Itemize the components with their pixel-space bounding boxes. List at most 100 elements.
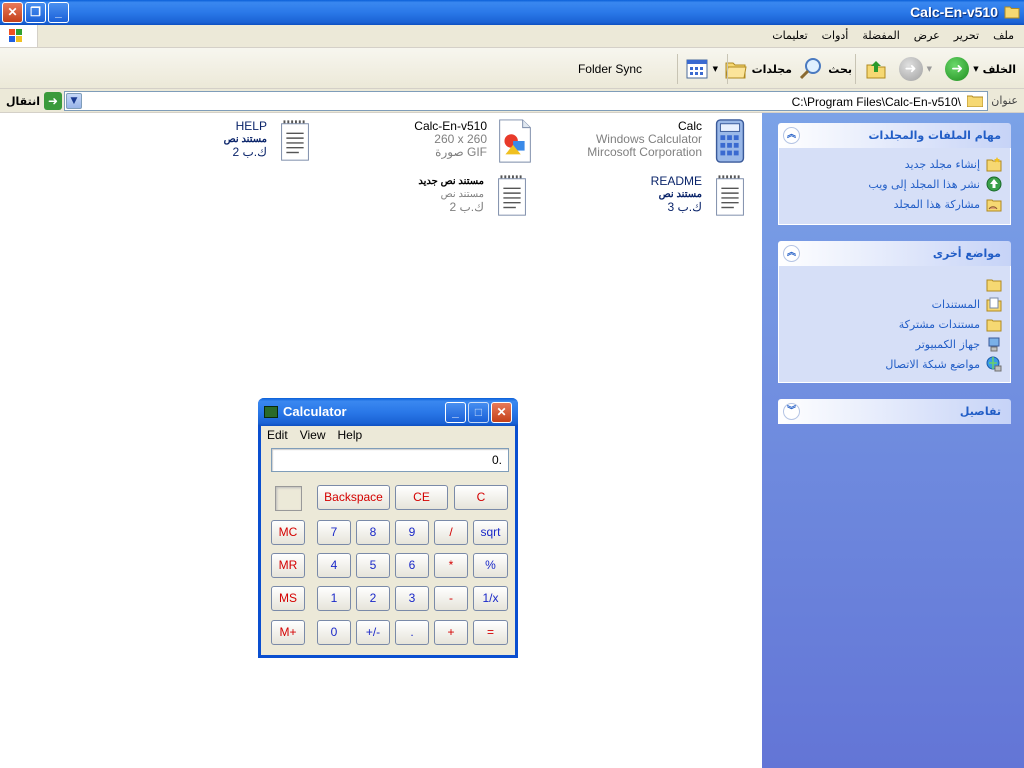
place-documents[interactable]: المستندات (787, 294, 1002, 314)
mr-button[interactable]: MR (271, 553, 305, 578)
search-button[interactable]: بحث (798, 56, 852, 82)
file-readme[interactable]: README مستند نص 3 ك.ب (580, 173, 750, 225)
details-panel: ︾ تفاصيل (778, 399, 1011, 424)
sign-toggle-button[interactable]: +/- (356, 620, 390, 645)
digit-5-button[interactable]: 5 (356, 553, 390, 578)
task-share-folder[interactable]: مشاركة هذا المجلد (787, 194, 1002, 214)
new-folder-icon (986, 157, 1002, 172)
search-label: بحث (828, 62, 852, 76)
restore-button[interactable]: ❐ (25, 2, 46, 23)
dropdown-arrow-icon: ▼ (926, 65, 932, 73)
panel-header[interactable]: ︽ مواضع أخرى (778, 241, 1011, 266)
file-type: صورة GIF (435, 145, 487, 159)
digit-8-button[interactable]: 8 (356, 520, 390, 545)
decimal-point-button[interactable]: . (395, 620, 429, 645)
folders-button[interactable]: مجلدات (724, 56, 792, 82)
digit-9-button[interactable]: 9 (395, 520, 429, 545)
place-my-computer[interactable]: جهاز الكمبيوتر (787, 334, 1002, 354)
panel-header[interactable]: ︾ تفاصيل (778, 399, 1011, 424)
task-label: مشاركة هذا المجلد (893, 197, 980, 211)
place-label: مواضع شبكة الاتصال (885, 357, 980, 371)
file-new-text-document[interactable]: مستند نص جديد مستند نص 2 ك.ب (362, 173, 532, 225)
file-help[interactable]: HELP مستند نص 2 ك.ب (145, 118, 315, 170)
multiply-button[interactable]: * (434, 553, 468, 578)
place-parent-folder[interactable] (787, 274, 1002, 294)
minimize-button[interactable]: _ (48, 2, 69, 23)
place-shared-documents[interactable]: مستندات مشتركة (787, 314, 1002, 334)
calculator-titlebar[interactable]: Calculator _ □ ✕ (258, 398, 518, 426)
file-size: 3 ك.ب (667, 200, 702, 214)
calculator-app-icon (264, 406, 278, 418)
other-places-panel: ︽ مواضع أخرى المستندات مستندات مشتركة جه… (778, 241, 1011, 383)
calc-menu-help[interactable]: Help (337, 428, 362, 442)
divide-button[interactable]: / (434, 520, 468, 545)
file-name: HELP (235, 119, 267, 133)
forward-button[interactable]: ➜ ▼ (898, 56, 932, 82)
menu-file[interactable]: ملف (993, 29, 1014, 42)
menu-help[interactable]: تعليمات (772, 29, 807, 42)
menu-edit[interactable]: تحرير (954, 29, 979, 42)
file-calc[interactable]: Calc Windows Calculator Mircosoft Corpor… (580, 118, 750, 170)
address-input[interactable]: ▼ C:\Program Files\Calc-En-v510\ (64, 91, 988, 111)
digit-6-button[interactable]: 6 (395, 553, 429, 578)
calc-close-button[interactable]: ✕ (491, 402, 512, 423)
clear-button[interactable]: C (454, 485, 508, 510)
go-button[interactable]: انتقال ➜ (6, 92, 62, 110)
panel-title: مهام الملفات والمجلدات (868, 129, 1002, 142)
publish-web-icon (986, 176, 1002, 192)
file-company: Mircosoft Corporation (587, 145, 702, 159)
collapse-chevron-icon[interactable]: ︽ (783, 245, 800, 262)
address-dropdown-icon[interactable]: ▼ (66, 93, 82, 109)
calculator-title: Calculator (283, 404, 347, 419)
digit-7-button[interactable]: 7 (317, 520, 351, 545)
digit-1-button[interactable]: 1 (317, 586, 351, 611)
collapse-chevron-icon[interactable]: ︽ (783, 127, 800, 144)
menu-tools[interactable]: أدوات (822, 29, 849, 42)
back-arrow-icon: ➜ (945, 57, 970, 81)
ms-button[interactable]: MS (271, 586, 305, 611)
expand-chevron-icon[interactable]: ︾ (783, 403, 800, 420)
gif-image-icon (499, 119, 531, 163)
folder-sync-button[interactable]: Folder Sync (578, 56, 642, 82)
up-button[interactable] (864, 56, 888, 82)
digit-4-button[interactable]: 4 (317, 553, 351, 578)
subtract-button[interactable]: - (434, 586, 468, 611)
reciprocal-button[interactable]: 1/x (473, 586, 508, 611)
digit-0-button[interactable]: 0 (317, 620, 351, 645)
digit-2-button[interactable]: 2 (356, 586, 390, 611)
ce-button[interactable]: CE (395, 485, 448, 510)
dropdown-arrow-icon: ▼ (712, 65, 718, 73)
go-arrow-icon: ➜ (43, 92, 62, 110)
text-document-icon (281, 120, 309, 161)
window-title: Calc-En-v510 (910, 4, 998, 20)
sqrt-button[interactable]: sqrt (473, 520, 508, 545)
window-titlebar[interactable]: ✕ ❐ _ Calc-En-v510 (0, 0, 1024, 25)
panel-header[interactable]: ︽ مهام الملفات والمجلدات (778, 123, 1011, 148)
backspace-button[interactable]: Backspace (317, 485, 390, 510)
task-new-folder[interactable]: إنشاء مجلد جديد (787, 154, 1002, 174)
share-folder-icon (986, 199, 1002, 212)
memory-indicator (275, 486, 302, 511)
close-button[interactable]: ✕ (2, 2, 23, 23)
windows-logo-icon (0, 25, 38, 47)
percent-button[interactable]: % (473, 553, 508, 578)
toolbar: ➜ ▼ الخلف ➜ ▼ بحث مجلدات ▼ Folder Sync (0, 48, 1024, 89)
file-calc-gif[interactable]: Calc-En-v510 260 x 260 صورة GIF (365, 118, 535, 170)
calc-minimize-button[interactable]: _ (445, 402, 466, 423)
views-icon (686, 59, 708, 79)
back-button[interactable]: ➜ ▼ الخلف (945, 56, 1016, 82)
file-name: مستند نص جديد (418, 176, 484, 187)
menu-favorites[interactable]: المفضلة (862, 29, 899, 42)
digit-3-button[interactable]: 3 (395, 586, 429, 611)
forward-arrow-icon: ➜ (898, 57, 923, 81)
menu-view[interactable]: عرض (914, 29, 940, 42)
calc-menu-edit[interactable]: Edit (267, 428, 288, 442)
views-button[interactable]: ▼ (685, 56, 718, 82)
calc-menu-view[interactable]: View (300, 428, 326, 442)
mc-button[interactable]: MC (271, 520, 305, 545)
task-publish-web[interactable]: نشر هذا المجلد إلى ويب (787, 174, 1002, 194)
equals-button[interactable]: = (473, 620, 508, 645)
mplus-button[interactable]: M+ (271, 620, 305, 645)
place-network[interactable]: مواضع شبكة الاتصال (787, 354, 1002, 374)
add-button[interactable]: + (434, 620, 468, 645)
